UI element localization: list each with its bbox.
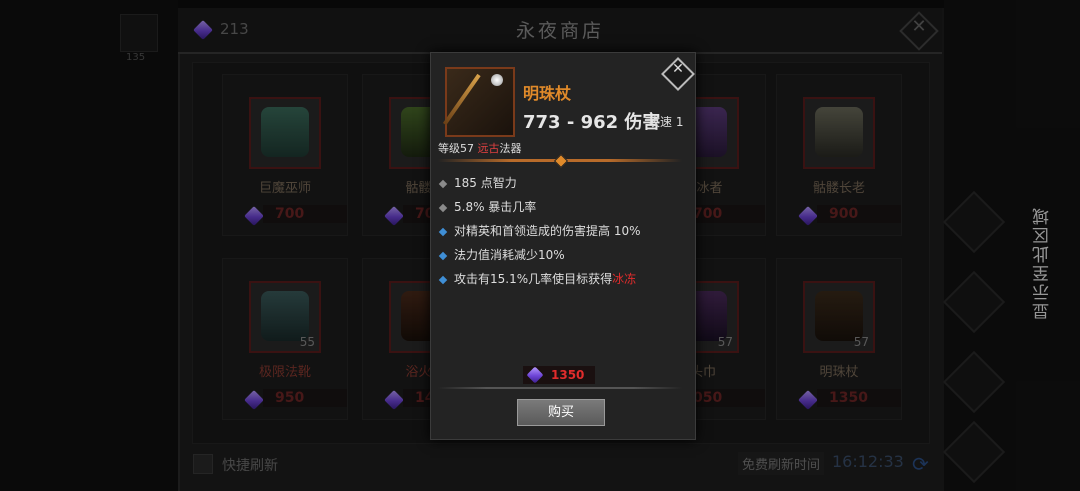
freeze-keyword: 冰冻 [612, 272, 637, 286]
stat-line: 攻击有15.1%几率使目标获得冰冻 [438, 270, 637, 287]
item-level-type: 等级57 远古法器 [438, 140, 522, 156]
staff-shaft [442, 73, 481, 126]
level-prefix: 等级57 [438, 142, 478, 155]
item-icon [442, 67, 515, 137]
buy-button[interactable]: 购买 [517, 399, 605, 426]
bullet-icon [438, 227, 448, 236]
item-damage: 773 - 962 伤害 [523, 112, 661, 133]
item-price: 1350 [551, 368, 585, 382]
bullet-icon [438, 251, 448, 260]
bullet-icon [438, 203, 448, 212]
close-icon: ✕ [672, 61, 684, 77]
stat-line: 对精英和首领造成的伤害提高 10% [438, 222, 641, 239]
item-attack-speed: 攻速 1 [648, 115, 684, 129]
stat-line: 法力值消耗减少10% [438, 246, 565, 263]
item-category: 法器 [499, 142, 522, 155]
stat-line: 5.8% 暴击几率 [438, 198, 536, 215]
stat-line: 185 点智力 [438, 174, 517, 191]
rarity-label: 远古 [477, 142, 500, 155]
bullet-icon [438, 179, 448, 188]
item-name: 明珠杖 [523, 84, 572, 103]
staff-orb [491, 74, 503, 86]
bullet-icon [438, 275, 448, 284]
divider [438, 387, 682, 389]
